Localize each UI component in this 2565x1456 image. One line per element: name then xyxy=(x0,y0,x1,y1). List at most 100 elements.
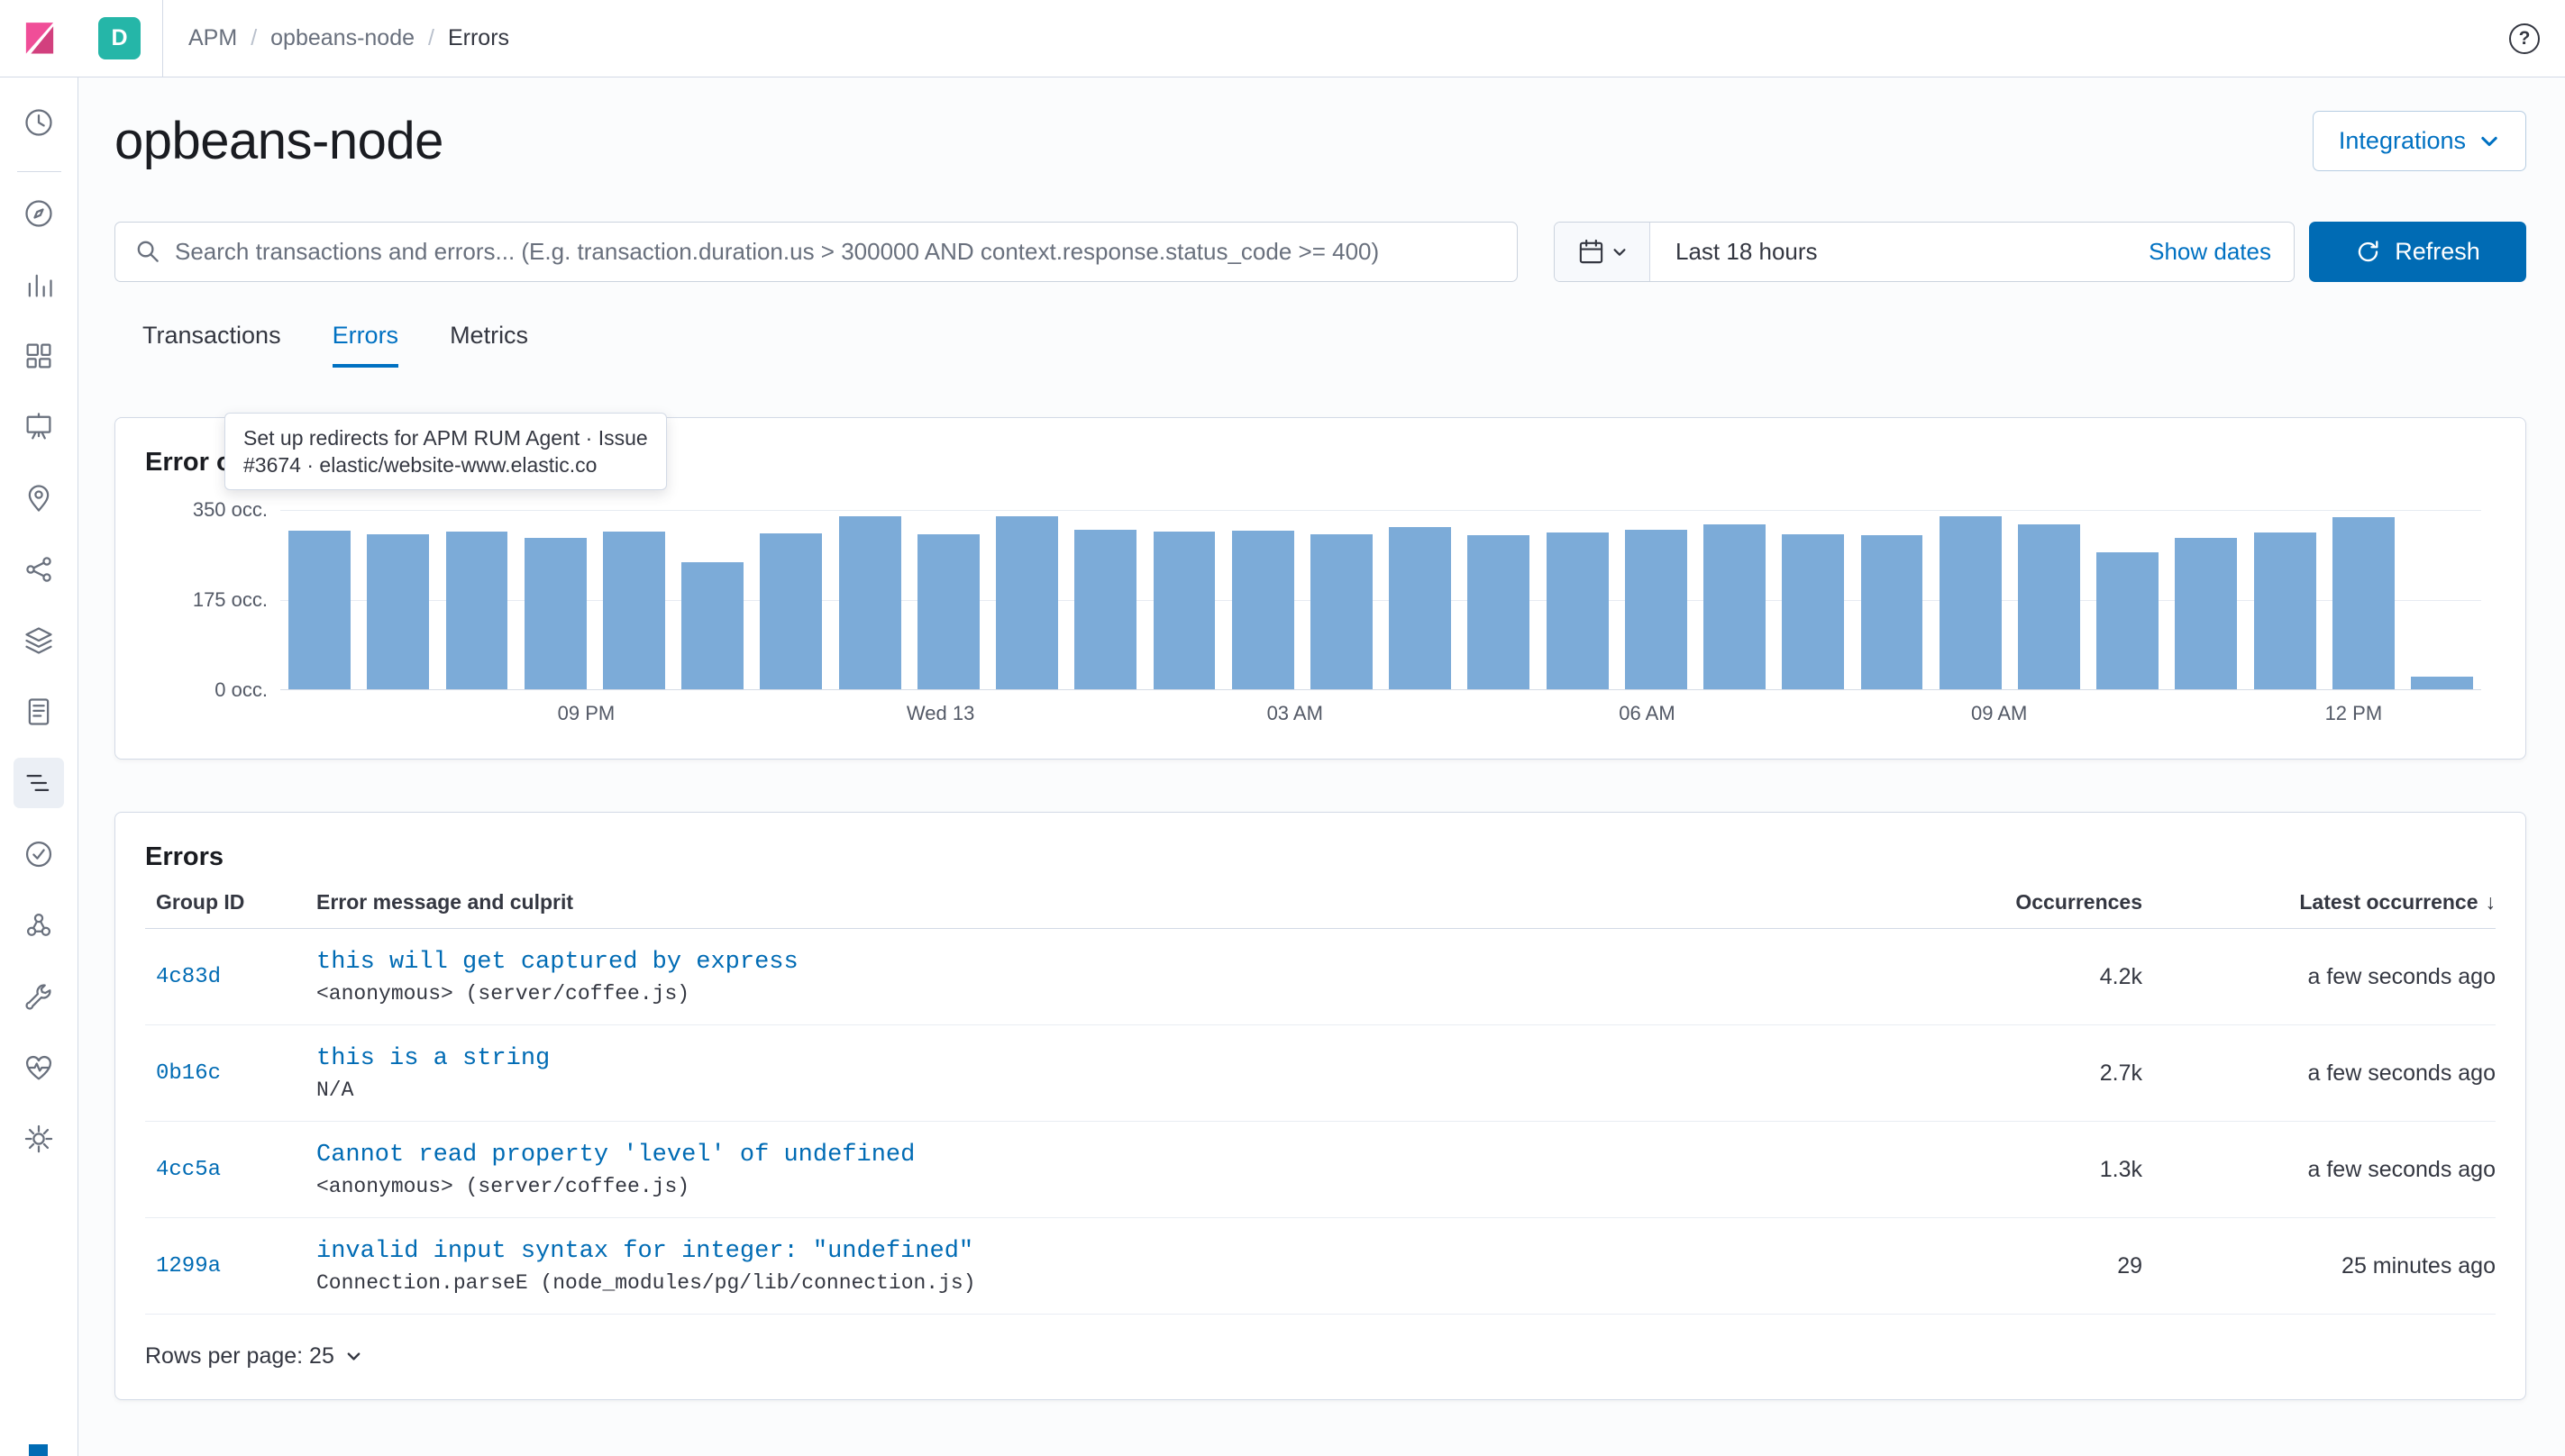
chart-plot-area xyxy=(280,510,2481,690)
sidebar-item-logs[interactable] xyxy=(14,687,64,737)
occurrences-value: 1.3k xyxy=(1854,1157,2142,1183)
date-range-display[interactable]: Last 18 hours Show dates xyxy=(1650,223,2294,281)
chart-bar[interactable] xyxy=(2324,510,2403,689)
chart-bar[interactable] xyxy=(1224,510,1302,689)
x-axis-label: 09 PM xyxy=(558,702,616,725)
chart-bar[interactable] xyxy=(988,510,1066,689)
table-header-row: Group ID Error message and culprit Occur… xyxy=(145,890,2496,929)
chart-bar[interactable] xyxy=(595,510,673,689)
breadcrumb-separator xyxy=(251,25,257,51)
nav-dock-indicator[interactable] xyxy=(29,1444,48,1456)
chart-bar[interactable] xyxy=(673,510,752,689)
sidebar-nav xyxy=(0,77,78,1456)
refresh-icon xyxy=(2355,239,2381,265)
space-badge[interactable]: D xyxy=(98,17,141,59)
sidebar-item-graph[interactable] xyxy=(14,900,64,951)
x-axis-label: 12 PM xyxy=(2325,702,2383,725)
main-content: opbeans-node Integrations Last 18 hours … xyxy=(78,0,2565,1400)
sidebar-item-management[interactable] xyxy=(14,1114,64,1164)
help-icon[interactable] xyxy=(2509,23,2540,54)
x-axis-label: 06 AM xyxy=(1619,702,1675,725)
chart-bar[interactable] xyxy=(1931,510,2010,689)
group-id-link[interactable]: 4cc5a xyxy=(145,1158,316,1182)
chart-bar[interactable] xyxy=(752,510,830,689)
sidebar-item-stack-monitoring[interactable] xyxy=(14,1042,64,1093)
tab-metrics[interactable]: Metrics xyxy=(450,322,528,368)
chart-bar[interactable] xyxy=(1066,510,1145,689)
group-id-link[interactable]: 1299a xyxy=(145,1254,316,1279)
latest-occurrence-value: 25 minutes ago xyxy=(2142,1253,2496,1279)
tooltip-line-1: Set up redirects for APM RUM Agent · Iss… xyxy=(243,424,648,451)
chart-bar[interactable] xyxy=(831,510,909,689)
sidebar-item-apm[interactable] xyxy=(14,758,64,808)
sidebar-divider xyxy=(17,171,61,172)
calendar-icon xyxy=(1577,238,1605,266)
chart-bar[interactable] xyxy=(1852,510,1931,689)
tab-errors[interactable]: Errors xyxy=(333,322,399,368)
chart-bar[interactable] xyxy=(909,510,988,689)
chart-bar[interactable] xyxy=(280,510,359,689)
search-input[interactable] xyxy=(114,222,1518,282)
chart-bar[interactable] xyxy=(2088,510,2167,689)
chart-bar[interactable] xyxy=(516,510,595,689)
kibana-logo[interactable] xyxy=(0,0,78,77)
show-dates-button[interactable]: Show dates xyxy=(2149,238,2271,266)
sidebar-item-uptime[interactable] xyxy=(14,829,64,879)
group-id-link[interactable]: 4c83d xyxy=(145,965,316,989)
sidebar-item-dev-tools[interactable] xyxy=(14,971,64,1022)
column-header-group-id[interactable]: Group ID xyxy=(145,890,316,915)
error-message-link[interactable]: this will get captured by express xyxy=(316,949,1854,976)
chart-bar[interactable] xyxy=(1774,510,1852,689)
error-occurrences-chart: 350 occ. 175 occ. 0 occ. 09 PMWed 1303 A… xyxy=(145,510,2496,729)
group-id-link[interactable]: 0b16c xyxy=(145,1061,316,1086)
latest-occurrence-value: a few seconds ago xyxy=(2142,964,2496,990)
visualize-icon xyxy=(23,268,55,301)
sidebar-item-canvas[interactable] xyxy=(14,402,64,452)
page-header: opbeans-node Integrations xyxy=(114,111,2526,171)
sidebar-item-maps[interactable] xyxy=(14,473,64,523)
chart-bar[interactable] xyxy=(1538,510,1617,689)
column-header-latest-label: Latest occurrence xyxy=(2299,890,2478,914)
chart-bar[interactable] xyxy=(1145,510,1223,689)
chart-bar[interactable] xyxy=(359,510,437,689)
chart-bar[interactable] xyxy=(437,510,516,689)
column-header-latest-occurrence[interactable]: Latest occurrence xyxy=(2142,890,2496,915)
integrations-button[interactable]: Integrations xyxy=(2313,111,2526,171)
chart-bar[interactable] xyxy=(2167,510,2245,689)
chart-x-axis: 09 PMWed 1303 AM06 AM09 AM12 PM xyxy=(280,702,2481,729)
column-header-occurrences[interactable]: Occurrences xyxy=(1854,890,2142,915)
breadcrumb-apm[interactable]: APM xyxy=(188,25,237,51)
refresh-button[interactable]: Refresh xyxy=(2309,222,2526,282)
chart-bar[interactable] xyxy=(1617,510,1695,689)
chart-bar[interactable] xyxy=(1381,510,1459,689)
error-message-link[interactable]: Cannot read property 'level' of undefine… xyxy=(316,1142,1854,1169)
recently-viewed-icon[interactable] xyxy=(14,97,64,148)
rows-per-page-button[interactable]: Rows per page: 25 xyxy=(145,1315,2496,1370)
error-message-link[interactable]: this is a string xyxy=(316,1045,1854,1072)
chart-bar[interactable] xyxy=(1302,510,1381,689)
chart-bar[interactable] xyxy=(1459,510,1538,689)
sidebar-item-metrics[interactable] xyxy=(14,615,64,666)
chart-bar[interactable] xyxy=(2403,510,2481,689)
rows-per-page-label: Rows per page: 25 xyxy=(145,1343,334,1370)
sidebar-item-visualize[interactable] xyxy=(14,259,64,310)
search-icon xyxy=(134,238,162,266)
sidebar-item-discover[interactable] xyxy=(14,188,64,239)
y-axis-label: 175 occ. xyxy=(193,588,268,612)
y-axis-label: 0 occ. xyxy=(215,678,268,702)
error-message-link[interactable]: invalid input syntax for integer: "undef… xyxy=(316,1238,1854,1265)
sidebar-item-dashboard[interactable] xyxy=(14,331,64,381)
discover-icon xyxy=(23,197,55,230)
tooltip-line-2: #3674 · elastic/website-www.elastic.co xyxy=(243,451,648,478)
dashboard-icon xyxy=(23,340,55,372)
tab-transactions[interactable]: Transactions xyxy=(142,322,281,368)
chart-bar[interactable] xyxy=(2010,510,2088,689)
sidebar-item-machine-learning[interactable] xyxy=(14,544,64,595)
error-message-cell: invalid input syntax for integer: "undef… xyxy=(316,1238,1854,1295)
breadcrumb: APM opbeans-node Errors xyxy=(188,25,509,51)
date-quick-select-button[interactable] xyxy=(1555,223,1650,281)
column-header-message[interactable]: Error message and culprit xyxy=(316,890,1854,915)
chart-bar[interactable] xyxy=(1695,510,1774,689)
breadcrumb-service[interactable]: opbeans-node xyxy=(270,25,415,51)
chart-bar[interactable] xyxy=(2245,510,2323,689)
